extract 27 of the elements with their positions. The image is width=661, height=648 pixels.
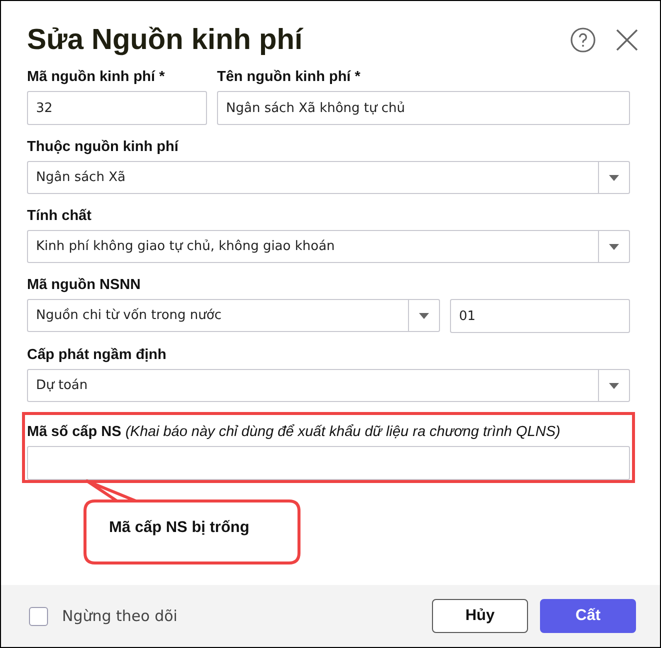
- field-label: Mã nguồn NSNN: [27, 276, 142, 293]
- callout-text: Mã cấp NS bị trống: [109, 519, 250, 537]
- checkbox-label: Ngừng theo dõi: [62, 607, 178, 625]
- caret-icon: [609, 244, 619, 250]
- dialog-title: Sửa Nguồn kinh phí: [27, 24, 303, 56]
- save-button[interactable]: Cất: [540, 599, 636, 633]
- dropdown[interactable]: Kinh phí không giao tự chủ, không giao khoán: [27, 230, 630, 263]
- input-field[interactable]: 32: [27, 91, 207, 125]
- close-icon[interactable]: [616, 29, 638, 51]
- field-label: Mã số cấp NS (Khai báo này chỉ dùng để xuất khẩu dữ liệu ra chương trình QLNS): [27, 423, 562, 440]
- input-field[interactable]: 01: [450, 299, 630, 333]
- cancel-button[interactable]: Hủy: [432, 599, 528, 633]
- checkbox[interactable]: [29, 606, 48, 626]
- field-label: Cấp phát ngầm định: [27, 346, 168, 363]
- caret-icon: [609, 174, 619, 180]
- dropdown[interactable]: Dự toán: [27, 369, 630, 402]
- field-label: Tên nguồn kinh phí *: [217, 68, 362, 85]
- field-label: Thuộc nguồn kinh phí: [27, 138, 180, 155]
- caret-icon: [419, 312, 429, 318]
- dropdown[interactable]: Ngân sách Xã: [27, 161, 630, 194]
- dropdown[interactable]: Nguồn chi từ vốn trong nước: [27, 299, 440, 332]
- field-label: Tính chất: [27, 207, 92, 224]
- field-label: Mã nguồn kinh phí *: [27, 68, 166, 85]
- help-icon[interactable]: [570, 27, 596, 53]
- input-field[interactable]: Ngân sách Xã không tự chủ: [217, 91, 630, 125]
- input-field[interactable]: [27, 446, 630, 480]
- caret-icon: [609, 382, 619, 388]
